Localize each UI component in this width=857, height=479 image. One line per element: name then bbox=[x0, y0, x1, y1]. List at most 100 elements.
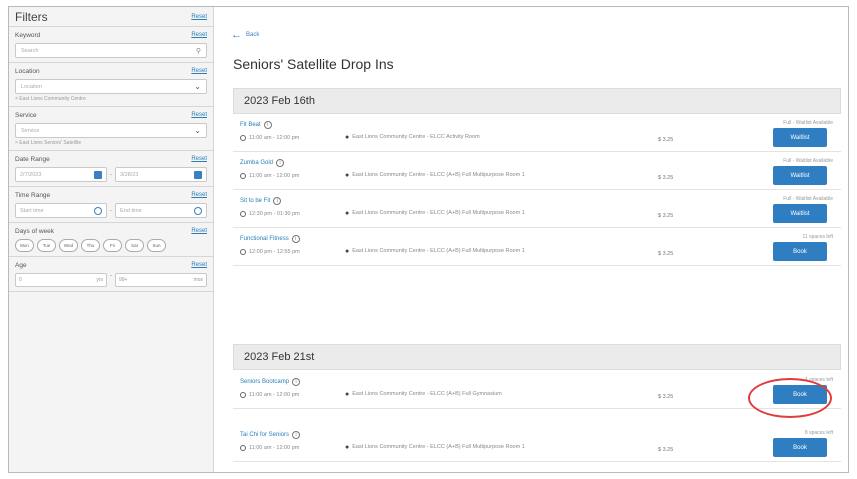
time-from-value: Start time bbox=[20, 207, 44, 214]
session-row: Fit Beat i 11:00 am - 12:00 pm ● East Lion… bbox=[233, 115, 841, 152]
day-toggle-fri[interactable]: Fri bbox=[103, 239, 122, 252]
session-name-link[interactable]: Zumba Gold i bbox=[240, 159, 285, 167]
book-button[interactable]: Book bbox=[773, 385, 827, 404]
session-availability: Full - Waitlist Available bbox=[783, 120, 833, 126]
session-name-link[interactable]: Seniors Bootcamp i bbox=[240, 378, 301, 386]
waitlist-button[interactable]: Waitlist bbox=[773, 128, 827, 147]
session-time: 11:00 am - 12:00 pm bbox=[240, 445, 299, 451]
session-location: ● East Lions Community Centre - ELCC (A+B… bbox=[345, 172, 545, 179]
session-row: Functional Fitness i 12:00 pm - 12:55 pm … bbox=[233, 229, 841, 266]
session-availability: 8 spaces left bbox=[804, 430, 833, 436]
location-filter: Location Reset Location ⌄ × East Lions C… bbox=[9, 63, 213, 107]
day-toggle-mon[interactable]: Mon bbox=[15, 239, 34, 252]
session-availability: 4 spaces left bbox=[804, 377, 833, 383]
service-reset-link[interactable]: Reset bbox=[191, 112, 207, 118]
date-from-value: 2/7/2023 bbox=[20, 171, 42, 178]
session-time-text: 12:00 pm - 12:55 pm bbox=[249, 249, 300, 255]
keyword-label: Keyword bbox=[15, 31, 41, 39]
reset-all-link[interactable]: Reset bbox=[191, 14, 207, 20]
day-toggle-wed[interactable]: Wed bbox=[59, 239, 78, 252]
session-name: Zumba Gold bbox=[240, 160, 274, 166]
service-tag[interactable]: × East Lions Seniors' Satellite bbox=[15, 140, 207, 146]
day-toggle-sat[interactable]: Sat bbox=[125, 239, 144, 252]
session-name-link[interactable]: Fit Beat i bbox=[240, 121, 272, 129]
location-reset-link[interactable]: Reset bbox=[191, 68, 207, 74]
session-time-text: 11:00 am - 12:00 pm bbox=[249, 445, 300, 451]
info-icon[interactable]: i bbox=[292, 378, 301, 386]
clock-icon bbox=[240, 445, 246, 451]
info-icon[interactable]: i bbox=[273, 197, 282, 205]
map-pin-icon: ● bbox=[345, 210, 350, 217]
session-time-text: 11:00 am - 12:00 pm bbox=[249, 392, 300, 398]
service-label: Service bbox=[15, 111, 37, 119]
session-name-link[interactable]: Functional Fitness i bbox=[240, 235, 300, 243]
book-button[interactable]: Book bbox=[773, 242, 827, 261]
date-range-filter: Date Range Reset 2/7/2023 - 3/28/23 bbox=[9, 151, 213, 187]
session-location-text: East Lions Community Centre - ELCC (A+B)… bbox=[352, 444, 525, 450]
book-button[interactable]: Book bbox=[773, 438, 827, 457]
age-max-input[interactable]: 99+ mos bbox=[115, 273, 207, 287]
days-of-week-filter: Days of week Reset Mon Tue Wed Thu Fri S… bbox=[9, 223, 213, 257]
session-name-link[interactable]: Sit to be Fit i bbox=[240, 197, 282, 205]
session-price: $ 3.25 bbox=[658, 137, 674, 143]
session-name: Seniors Bootcamp bbox=[240, 379, 290, 385]
keyword-filter: Keyword Reset Search ⚲ bbox=[9, 27, 213, 63]
clock-icon[interactable] bbox=[194, 206, 202, 215]
service-value: Service bbox=[21, 127, 40, 134]
session-price: $ 3.25 bbox=[658, 394, 674, 400]
time-to-input[interactable]: End time bbox=[115, 203, 207, 218]
session-availability: 11 spaces left bbox=[802, 234, 833, 240]
clock-icon bbox=[240, 211, 246, 217]
back-label: Back bbox=[246, 32, 260, 38]
back-link[interactable]: ← Back bbox=[231, 29, 259, 41]
session-price: $ 3.25 bbox=[658, 213, 674, 219]
session-time: 11:00 am - 12:00 pm bbox=[240, 392, 299, 398]
session-time: 12:30 pm - 01:30 pm bbox=[240, 211, 300, 217]
results-panel: ← Back Seniors' Satellite Drop Ins 2023 … bbox=[215, 7, 848, 472]
date-header: 2023 Feb 16th bbox=[233, 88, 841, 114]
info-icon[interactable]: i bbox=[263, 121, 272, 129]
session-name-link[interactable]: Tai Chi for Seniors i bbox=[240, 431, 301, 439]
calendar-icon[interactable] bbox=[194, 170, 202, 179]
waitlist-button[interactable]: Waitlist bbox=[773, 204, 827, 223]
map-pin-icon: ● bbox=[345, 391, 350, 398]
session-time-text: 11:00 am - 12:00 pm bbox=[249, 173, 300, 179]
day-toggle-tue[interactable]: Tue bbox=[37, 239, 56, 252]
session-location-text: East Lions Community Centre - ELCC Activ… bbox=[352, 134, 480, 140]
session-name: Functional Fitness bbox=[240, 236, 289, 242]
day-toggle-thu[interactable]: Thu bbox=[81, 239, 100, 252]
time-range-reset-link[interactable]: Reset bbox=[191, 192, 207, 198]
time-from-input[interactable]: Start time bbox=[15, 203, 107, 218]
filters-header: Filters Reset bbox=[9, 7, 213, 27]
info-icon[interactable]: i bbox=[276, 159, 285, 167]
keyword-reset-link[interactable]: Reset bbox=[191, 32, 207, 38]
session-location-text: East Lions Community Centre - ELCC (A+B)… bbox=[352, 210, 525, 216]
info-icon[interactable]: i bbox=[292, 431, 301, 439]
filters-sidebar: Filters Reset Keyword Reset Search ⚲ Loc… bbox=[9, 7, 214, 472]
clock-icon bbox=[240, 173, 246, 179]
clock-icon bbox=[240, 135, 246, 141]
keyword-input[interactable]: Search ⚲ bbox=[15, 43, 207, 58]
time-range-filter: Time Range Reset Start time - End time bbox=[9, 187, 213, 223]
date-range-reset-link[interactable]: Reset bbox=[191, 156, 207, 162]
session-time: 12:00 pm - 12:55 pm bbox=[240, 249, 300, 255]
days-reset-link[interactable]: Reset bbox=[191, 228, 207, 234]
location-tag[interactable]: × East Lions Community Centre bbox=[15, 96, 207, 102]
session-name: Sit to be Fit bbox=[240, 198, 271, 204]
booking-window: Filters Reset Keyword Reset Search ⚲ Loc… bbox=[8, 6, 849, 473]
clock-icon[interactable] bbox=[94, 206, 102, 215]
day-toggle-sun[interactable]: Sun bbox=[147, 239, 166, 252]
service-select[interactable]: Service ⌄ bbox=[15, 123, 207, 138]
date-from-input[interactable]: 2/7/2023 bbox=[15, 167, 107, 182]
waitlist-button[interactable]: Waitlist bbox=[773, 166, 827, 185]
age-reset-link[interactable]: Reset bbox=[191, 262, 207, 268]
info-icon[interactable]: i bbox=[291, 235, 300, 243]
date-header: 2023 Feb 21st bbox=[233, 344, 841, 370]
date-to-input[interactable]: 3/28/23 bbox=[115, 167, 207, 182]
filters-title: Filters bbox=[15, 9, 48, 24]
session-row: Zumba Gold i 11:00 am - 12:00 pm ● East Li… bbox=[233, 153, 841, 190]
location-select[interactable]: Location ⌄ bbox=[15, 79, 207, 94]
range-separator: - bbox=[110, 207, 112, 214]
age-min-input[interactable]: 0 yrs bbox=[15, 273, 107, 287]
calendar-icon[interactable] bbox=[94, 170, 102, 179]
